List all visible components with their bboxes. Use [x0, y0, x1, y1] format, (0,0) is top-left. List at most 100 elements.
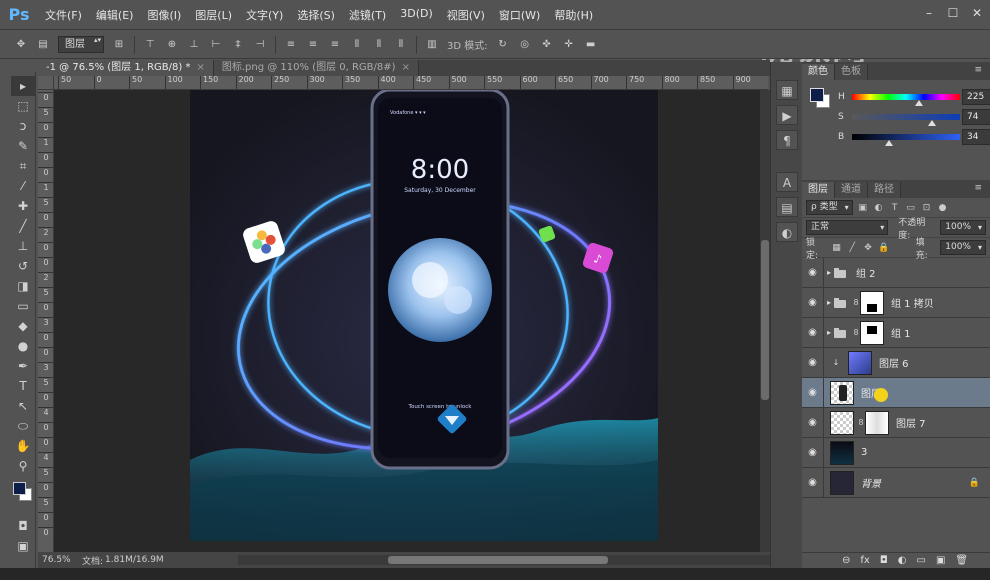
vertical-scrollbar[interactable] [760, 90, 770, 552]
visibility-eye-icon[interactable]: ◉ [802, 317, 824, 348]
folder-icon[interactable]: ▭ [917, 555, 926, 566]
blend-mode-select[interactable]: 正常 [806, 220, 889, 235]
layer-row[interactable]: ◉ 8 图层 7 [802, 407, 990, 438]
3d-pan-icon[interactable]: ✜ [540, 39, 554, 51]
filter-type-icon[interactable]: T [889, 202, 901, 214]
layer-row[interactable]: ◉ ▸ 组 2 [802, 257, 990, 288]
layer-row[interactable]: ◉ 图层 [802, 377, 990, 408]
crop-tool-icon[interactable]: ⌗ [11, 156, 35, 176]
canvas-area[interactable]: Vodafone ▾ ▾ ▾ 8:00 Saturday, 30 Decembe… [54, 90, 760, 552]
hand-tool-icon[interactable]: ✋ [11, 436, 35, 456]
panel-menu-icon[interactable]: ≡ [974, 65, 982, 75]
visibility-eye-icon[interactable]: ◉ [802, 347, 824, 378]
align-vcenter-icon[interactable]: ⊕ [165, 39, 179, 51]
visibility-eye-icon[interactable]: ◉ [802, 257, 824, 288]
transform-controls-icon[interactable]: ⊞ [112, 39, 126, 51]
layer-row[interactable]: ◉ ▸ 8 组 1 拷贝 [802, 287, 990, 318]
paragraph-panel-icon[interactable]: ¶ [776, 130, 798, 150]
lock-all-icon[interactable]: 🔒 [878, 242, 890, 254]
visibility-eye-icon[interactable]: ◉ [802, 437, 824, 468]
maximize-button[interactable]: ☐ [942, 4, 964, 22]
menu-item[interactable]: 窗口(W) [492, 7, 547, 23]
filter-adjust-icon[interactable]: ◐ [873, 202, 885, 214]
link-chain-icon[interactable]: 8 [852, 298, 860, 307]
tab-document-1[interactable]: -1 @ 76.5% (图层 1, RGB/8) * × [38, 60, 214, 76]
vertical-scroll-thumb[interactable] [761, 240, 769, 400]
layer-name[interactable]: 图层 7 [896, 415, 926, 430]
layer-name[interactable]: 组 1 拷贝 [891, 295, 934, 310]
filter-smart-icon[interactable]: ⊡ [921, 202, 933, 214]
align-right-icon[interactable]: ⊣ [253, 39, 267, 51]
layer-mask-thumbnail[interactable] [860, 290, 884, 315]
history-panel-icon[interactable]: ▦ [776, 80, 798, 100]
layer-thumbnail[interactable] [830, 440, 854, 465]
tab-channels[interactable]: 通道 [835, 182, 868, 198]
mask-icon[interactable]: ◘ [880, 555, 888, 566]
layer-row[interactable]: ◉ 背景 🔒 [802, 467, 990, 498]
minimize-button[interactable]: – [918, 4, 940, 22]
filter-pixel-icon[interactable]: ▣ [857, 202, 869, 214]
filter-shape-icon[interactable]: ▭ [905, 202, 917, 214]
path-select-icon[interactable]: ↖ [11, 396, 35, 416]
auto-select-target[interactable]: 图层 [58, 36, 104, 53]
distribute-left-icon[interactable]: ⦀ [350, 39, 364, 51]
healing-brush-icon[interactable]: ✚ [11, 196, 35, 216]
hue-slider[interactable] [852, 94, 960, 100]
layer-mask-thumbnail[interactable] [860, 320, 884, 345]
foreground-color-chip[interactable] [810, 88, 824, 102]
menu-item[interactable]: 3D(D) [393, 7, 440, 23]
distribute-hcenter-icon[interactable]: ⦀ [372, 39, 386, 51]
distribute-top-icon[interactable]: ≡ [284, 39, 298, 51]
layer-row[interactable]: ◉ ↓ 图层 6 [802, 347, 990, 378]
menu-item[interactable]: 编辑(E) [89, 7, 141, 23]
opacity-input[interactable]: 100% [940, 220, 986, 235]
quick-select-tool-icon[interactable]: ✎ [11, 136, 35, 156]
marquee-tool-icon[interactable]: ⬚ [11, 96, 35, 116]
menu-item[interactable]: 文字(Y) [239, 7, 290, 23]
eraser-tool-icon[interactable]: ◨ [11, 276, 35, 296]
screen-mode-icon[interactable]: ▣ [11, 536, 35, 556]
layer-name[interactable]: 组 1 [891, 325, 911, 340]
3d-rotate-icon[interactable]: ↻ [496, 39, 510, 51]
new-layer-icon[interactable]: ▣ [936, 555, 945, 566]
close-tab-icon[interactable]: × [402, 62, 410, 73]
lock-transparent-icon[interactable]: ▦ [831, 242, 843, 254]
menu-item[interactable]: 帮助(H) [547, 7, 600, 23]
menu-item[interactable]: 文件(F) [38, 7, 89, 23]
layer-filter-select[interactable]: ρ 类型 [806, 200, 853, 215]
align-top-icon[interactable]: ⊤ [143, 39, 157, 51]
fx-icon[interactable]: fx [860, 555, 869, 566]
link-icon[interactable]: ⊖ [842, 555, 850, 566]
move-tool-icon[interactable]: ▸ [11, 76, 35, 96]
layer-thumbnail[interactable] [848, 350, 872, 375]
zoom-level[interactable]: 76.5% [42, 555, 76, 565]
layer-mask-thumbnail[interactable] [865, 410, 889, 435]
layer-row[interactable]: ◉ 3 [802, 437, 990, 468]
brightness-handle[interactable] [884, 140, 893, 146]
layer-thumbnail[interactable] [830, 410, 854, 435]
visibility-eye-icon[interactable]: ◉ [802, 287, 824, 318]
filter-toggle-icon[interactable]: ● [937, 202, 949, 214]
shape-tool-icon[interactable]: ⬭ [11, 416, 35, 436]
adjust-icon[interactable]: ◐ [898, 555, 907, 566]
trash-icon[interactable]: 🗑 [955, 555, 968, 566]
eyedropper-tool-icon[interactable]: ⁄ [11, 176, 35, 196]
character-panel-icon[interactable]: A [776, 172, 798, 192]
align-hcenter-icon[interactable]: ‡ [231, 39, 245, 51]
tab-document-2[interactable]: 图标.png @ 110% (图层 0, RGB/8#) × [213, 60, 419, 76]
brightness-value[interactable]: 34 [962, 129, 990, 145]
doc-size-value[interactable]: 1.81M/16.9M [105, 555, 164, 565]
align-left-icon[interactable]: ⊢ [209, 39, 223, 51]
menu-item[interactable]: 图层(L) [188, 7, 239, 23]
distribute-bottom-icon[interactable]: ≡ [328, 39, 342, 51]
brush-tool-icon[interactable]: ╱ [11, 216, 35, 236]
pen-tool-icon[interactable]: ✒ [11, 356, 35, 376]
tab-swatches[interactable]: 色板 [835, 64, 868, 80]
adjustments-panel-icon[interactable]: ◐ [776, 222, 798, 242]
clone-stamp-icon[interactable]: ⊥ [11, 236, 35, 256]
layer-name[interactable]: 组 2 [856, 265, 876, 280]
horizontal-scrollbar[interactable] [238, 555, 778, 565]
link-chain-icon[interactable]: 8 [852, 328, 860, 337]
hue-handle[interactable] [914, 100, 923, 106]
menu-item[interactable]: 滤镜(T) [342, 7, 393, 23]
